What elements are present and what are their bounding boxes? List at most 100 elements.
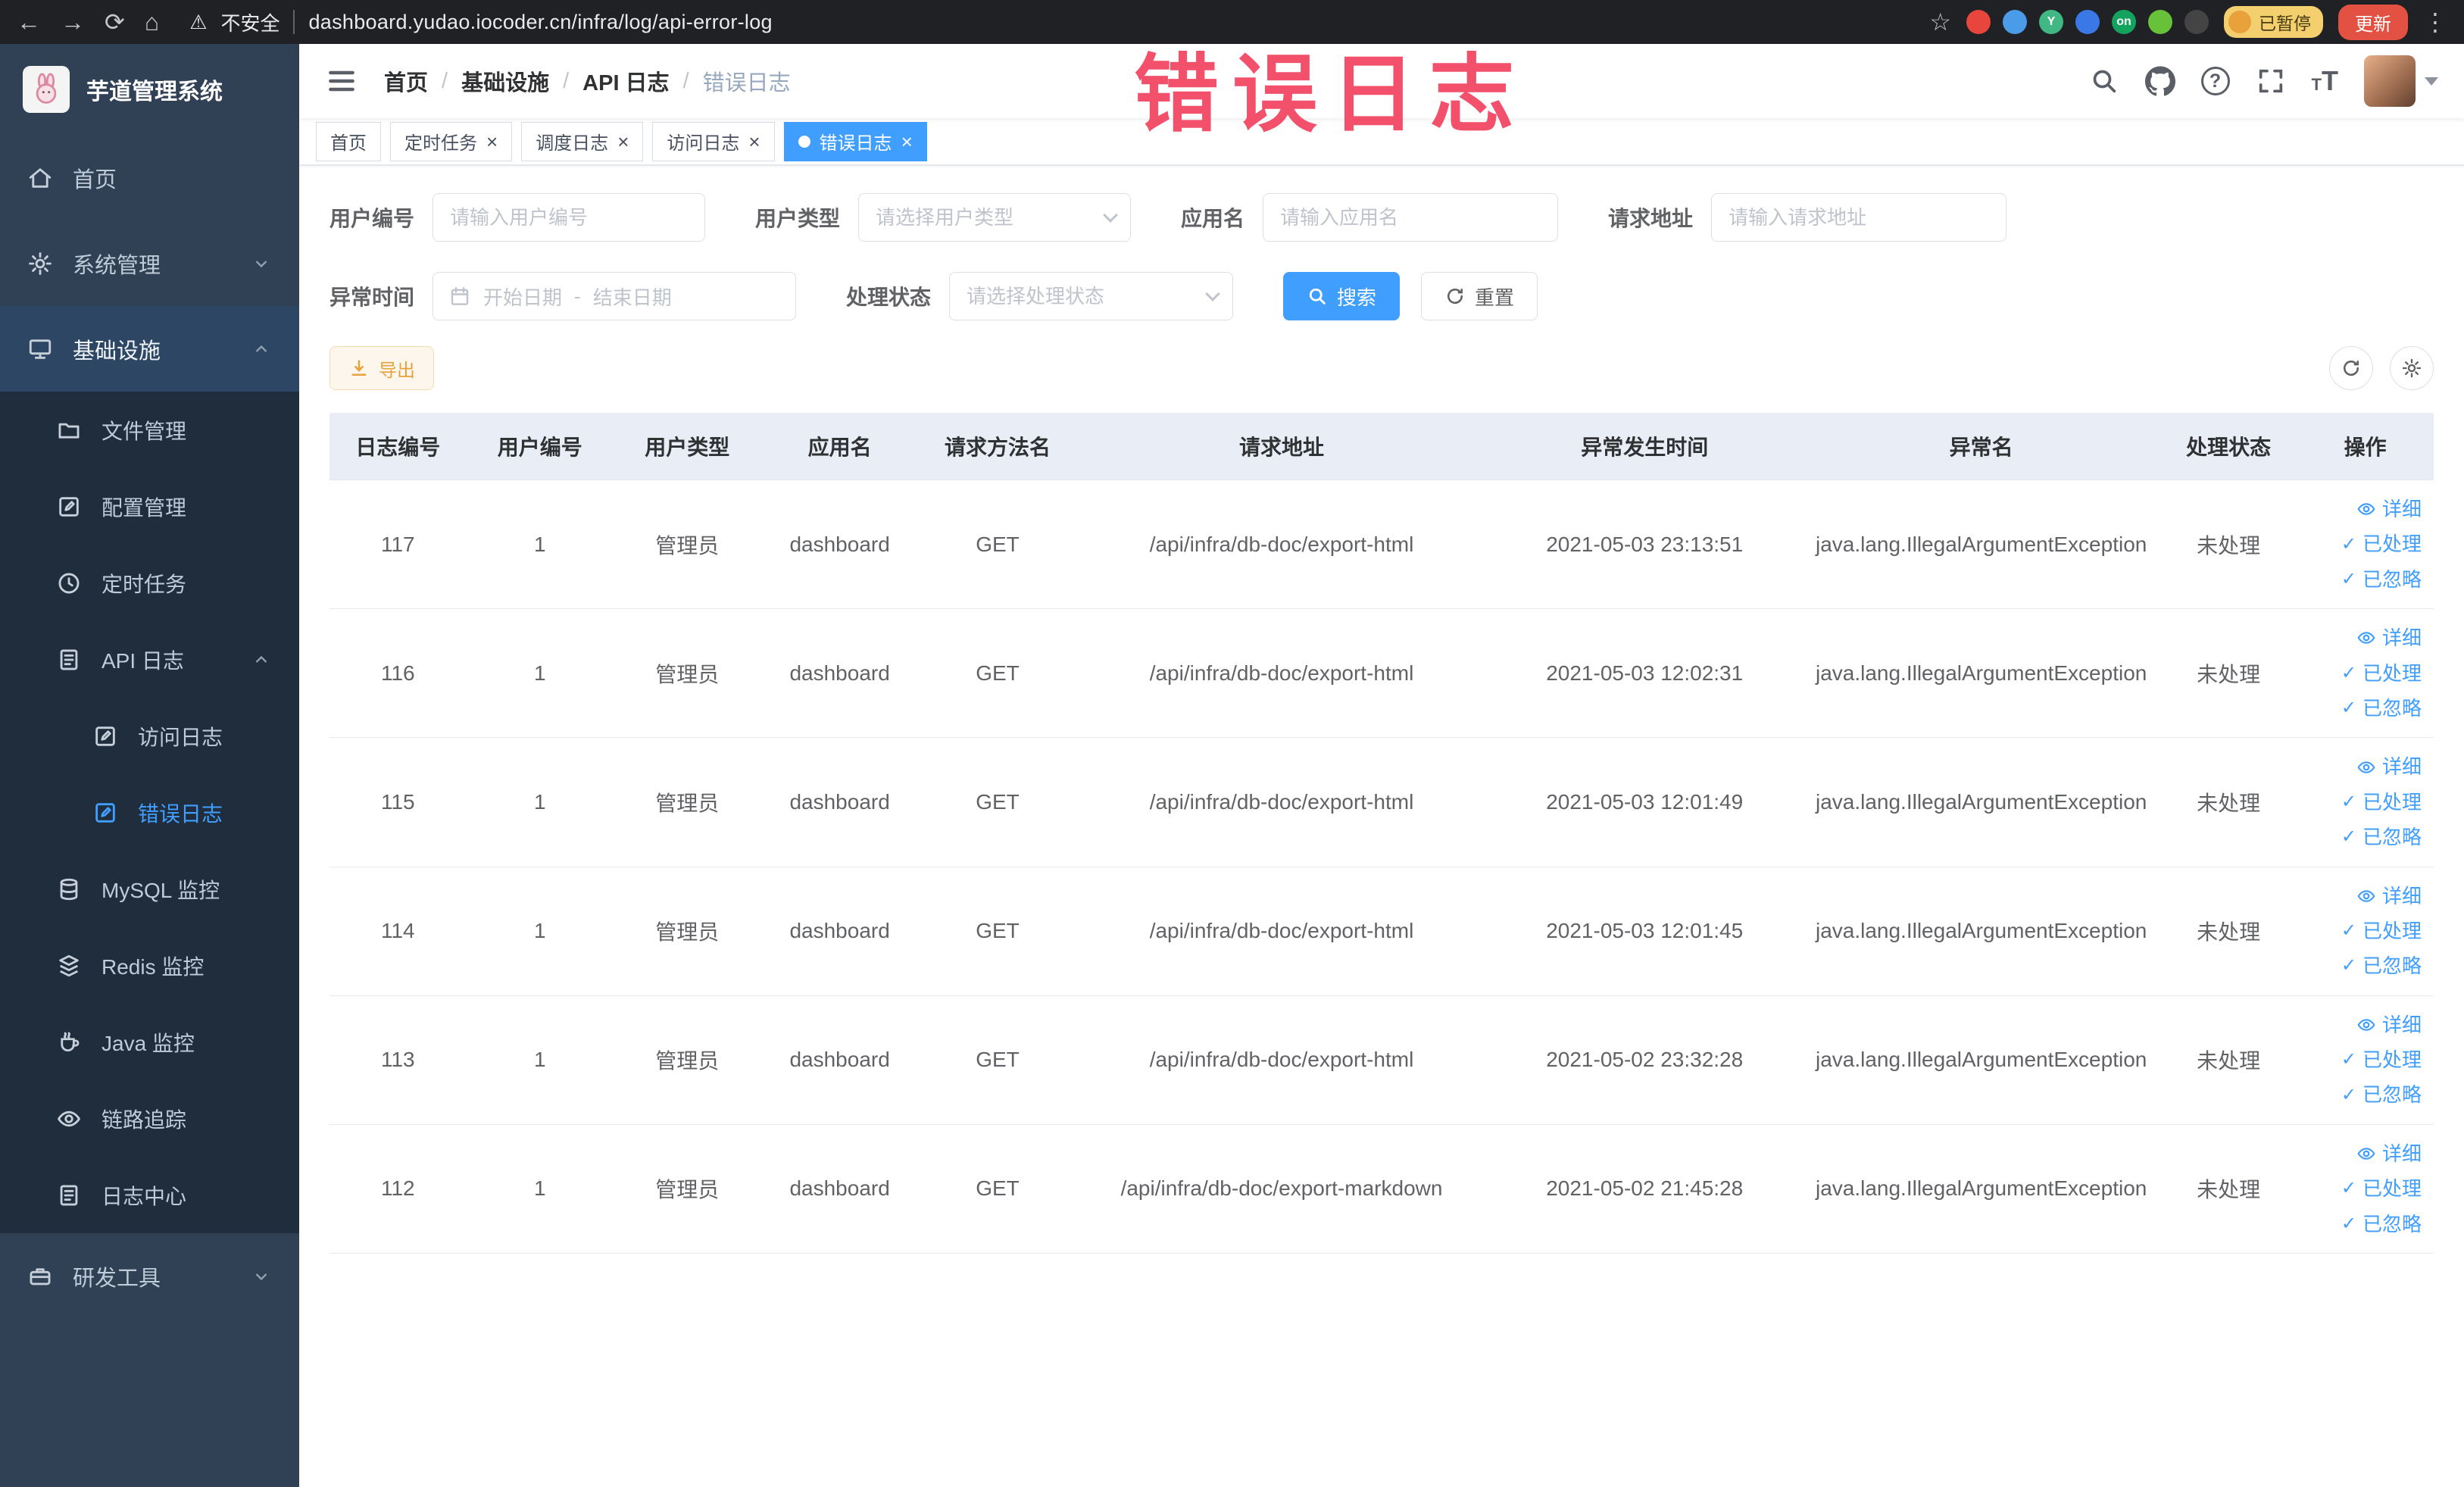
sidebar-item-config-management[interactable]: 配置管理 bbox=[0, 468, 299, 545]
user-type-select[interactable] bbox=[858, 193, 1132, 242]
mark-processed-link[interactable]: ✓ 已处理 bbox=[2341, 1175, 2422, 1202]
sidebar-item-log-center[interactable]: 日志中心 bbox=[0, 1157, 299, 1233]
exception-time-range-picker[interactable]: 开始日期 - 结束日期 bbox=[433, 272, 797, 320]
app-name-input[interactable] bbox=[1263, 193, 1559, 242]
address-bar[interactable]: ⚠ 不安全 dashboard.yudao.iocoder.cn/infra/l… bbox=[189, 8, 773, 36]
tab-error-logs[interactable]: 错误日志 × bbox=[783, 121, 927, 161]
header-exception-time: 异常发生时间 bbox=[1486, 413, 1803, 480]
search-icon[interactable] bbox=[2089, 66, 2119, 96]
mark-processed-link[interactable]: ✓ 已处理 bbox=[2341, 1046, 2422, 1073]
sidebar-item-error-logs[interactable]: 错误日志 bbox=[0, 774, 299, 851]
sidebar-item-home[interactable]: 首页 bbox=[0, 135, 299, 220]
process-status-select[interactable] bbox=[949, 272, 1234, 320]
cell-user-type: 管理员 bbox=[614, 867, 761, 996]
home-icon[interactable]: ⌂ bbox=[145, 10, 159, 34]
paused-extension-badge[interactable]: 已暂停 bbox=[2224, 6, 2323, 38]
table-row: 115 1 管理员 dashboard GET /api/infra/db-do… bbox=[329, 737, 2434, 867]
sidebar-item-label: 错误日志 bbox=[138, 801, 223, 826]
fullscreen-icon[interactable] bbox=[2256, 66, 2286, 96]
sidebar-item-infrastructure[interactable]: 基础设施 bbox=[0, 306, 299, 392]
extension-icon[interactable]: on bbox=[2112, 10, 2136, 34]
refresh-table-button[interactable] bbox=[2329, 346, 2373, 390]
tab-access-logs[interactable]: 访问日志 × bbox=[652, 121, 775, 161]
search-button[interactable]: 搜索 bbox=[1283, 272, 1401, 320]
mark-ignored-link[interactable]: ✓ 已忽略 bbox=[2341, 823, 2422, 851]
sidebar-toggle-icon[interactable] bbox=[325, 64, 358, 98]
user-menu[interactable] bbox=[2364, 55, 2438, 107]
github-icon[interactable] bbox=[2144, 66, 2175, 96]
sidebar-item-devtools[interactable]: 研发工具 bbox=[0, 1233, 299, 1319]
bookmark-star-icon[interactable]: ☆ bbox=[1929, 10, 1951, 34]
mark-ignored-link[interactable]: ✓ 已忽略 bbox=[2341, 1081, 2422, 1108]
check-icon: ✓ bbox=[2341, 1084, 2356, 1105]
mark-ignored-link[interactable]: ✓ 已忽略 bbox=[2341, 695, 2422, 722]
export-button[interactable]: 导出 bbox=[329, 346, 434, 390]
back-icon[interactable]: ← bbox=[17, 10, 41, 34]
browser-update-button[interactable]: 更新 bbox=[2338, 4, 2408, 40]
mark-processed-link[interactable]: ✓ 已处理 bbox=[2341, 917, 2422, 945]
forward-icon[interactable]: → bbox=[61, 10, 85, 34]
reset-button-label: 重置 bbox=[1475, 286, 1515, 309]
security-warning-icon: ⚠ bbox=[189, 10, 208, 33]
breadcrumb-home[interactable]: 首页 bbox=[384, 65, 428, 97]
sidebar-item-scheduled-tasks[interactable]: 定时任务 bbox=[0, 545, 299, 621]
detail-link[interactable]: 详细 bbox=[2356, 1011, 2422, 1039]
detail-link[interactable]: 详细 bbox=[2356, 753, 2422, 780]
mark-processed-link[interactable]: ✓ 已处理 bbox=[2341, 530, 2422, 558]
extension-icon[interactable] bbox=[2148, 10, 2172, 34]
request-url-input[interactable] bbox=[1711, 193, 2007, 242]
sidebar-logo-row[interactable]: 芋道管理系统 bbox=[0, 44, 299, 135]
sidebar-item-file-management[interactable]: 文件管理 bbox=[0, 392, 299, 468]
sidebar-item-access-logs[interactable]: 访问日志 bbox=[0, 698, 299, 774]
browser-menu-icon[interactable]: ⋮ bbox=[2423, 10, 2447, 34]
user-id-input[interactable] bbox=[433, 193, 706, 242]
extension-icon[interactable]: Y bbox=[2039, 10, 2063, 34]
mark-ignored-link[interactable]: ✓ 已忽略 bbox=[2341, 952, 2422, 979]
detail-link[interactable]: 详细 bbox=[2356, 624, 2422, 651]
url-text[interactable]: dashboard.yudao.iocoder.cn/infra/log/api… bbox=[308, 11, 772, 34]
cell-log-id: 117 bbox=[329, 480, 467, 610]
close-icon[interactable]: × bbox=[748, 132, 760, 152]
close-icon[interactable]: × bbox=[901, 132, 913, 152]
help-icon[interactable]: ? bbox=[2200, 67, 2230, 95]
process-status-select-input[interactable] bbox=[949, 272, 1234, 320]
user-type-select-input[interactable] bbox=[858, 193, 1132, 242]
cell-log-id: 112 bbox=[329, 1124, 467, 1254]
sidebar-item-api-logs[interactable]: API 日志 bbox=[0, 621, 299, 698]
mark-processed-link[interactable]: ✓ 已处理 bbox=[2341, 660, 2422, 687]
ignored-link-label: 已忽略 bbox=[2362, 1212, 2422, 1236]
tab-home[interactable]: 首页 bbox=[316, 121, 381, 161]
detail-link[interactable]: 详细 bbox=[2356, 1140, 2422, 1167]
detail-link[interactable]: 详细 bbox=[2356, 495, 2422, 523]
close-icon[interactable]: × bbox=[486, 132, 498, 152]
detail-link[interactable]: 详细 bbox=[2356, 883, 2422, 910]
sidebar-item-java-monitor[interactable]: Java 监控 bbox=[0, 1004, 299, 1080]
avatar[interactable] bbox=[2364, 55, 2416, 107]
mark-ignored-link[interactable]: ✓ 已忽略 bbox=[2341, 1211, 2422, 1238]
sidebar-item-mysql-monitor[interactable]: MySQL 监控 bbox=[0, 851, 299, 927]
extension-icon[interactable] bbox=[1966, 10, 1991, 34]
column-settings-button[interactable] bbox=[2390, 346, 2434, 390]
cell-log-id: 113 bbox=[329, 995, 467, 1125]
sidebar-item-trace[interactable]: 链路追踪 bbox=[0, 1080, 299, 1157]
mark-processed-link[interactable]: ✓ 已处理 bbox=[2341, 789, 2422, 816]
reset-button[interactable]: 重置 bbox=[1421, 272, 1538, 320]
breadcrumb-infra[interactable]: 基础设施 bbox=[461, 65, 549, 97]
reload-icon[interactable]: ⟳ bbox=[105, 10, 125, 34]
extension-icon[interactable] bbox=[2184, 10, 2209, 34]
close-icon[interactable]: × bbox=[617, 132, 629, 152]
tab-label: 访问日志 bbox=[667, 133, 740, 154]
extension-icon[interactable] bbox=[2075, 10, 2100, 34]
mark-ignored-link[interactable]: ✓ 已忽略 bbox=[2341, 566, 2422, 593]
sidebar-item-system[interactable]: 系统管理 bbox=[0, 220, 299, 306]
breadcrumb-api-log[interactable]: API 日志 bbox=[582, 65, 669, 97]
detail-link-label: 详细 bbox=[2381, 1142, 2422, 1165]
cell-log-id: 115 bbox=[329, 737, 467, 867]
extension-icon[interactable] bbox=[2003, 10, 2027, 34]
tab-scheduled-tasks[interactable]: 定时任务 × bbox=[390, 121, 513, 161]
tab-dispatch-logs[interactable]: 调度日志 × bbox=[521, 121, 644, 161]
sidebar-item-redis-monitor[interactable]: Redis 监控 bbox=[0, 927, 299, 1004]
font-size-icon[interactable]: T T bbox=[2312, 65, 2338, 97]
sidebar-item-label: 基础设施 bbox=[73, 339, 161, 364]
tab-label: 首页 bbox=[330, 133, 367, 154]
